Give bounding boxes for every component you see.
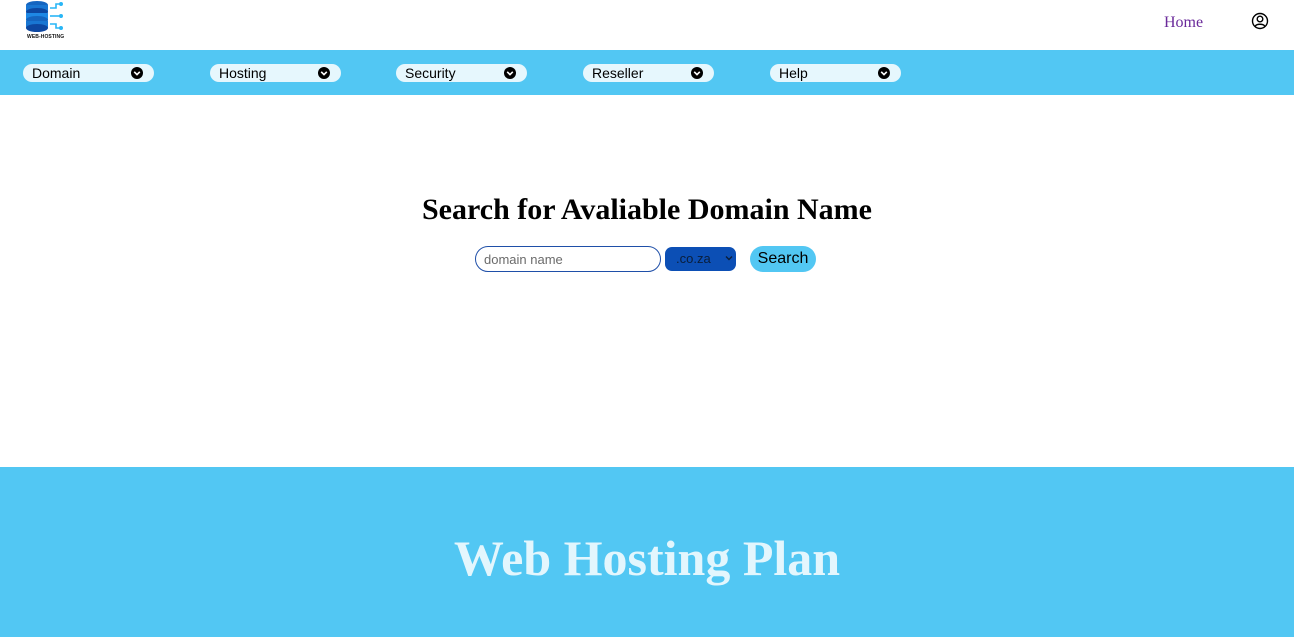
tld-select[interactable]: .co.za xyxy=(665,247,736,271)
nav-item-hosting[interactable]: Hosting xyxy=(210,64,341,82)
user-circle-icon[interactable] xyxy=(1251,12,1269,30)
database-network-icon xyxy=(26,1,63,32)
search-title: Search for Avaliable Domain Name xyxy=(422,193,872,226)
domain-name-input[interactable] xyxy=(475,246,661,272)
nav-item-label: Help xyxy=(779,65,808,81)
main-nav: Domain Hosting Security Reseller Help xyxy=(0,50,1294,95)
nav-item-domain[interactable]: Domain xyxy=(23,64,154,82)
nav-item-help[interactable]: Help xyxy=(770,64,901,82)
home-link[interactable]: Home xyxy=(1164,14,1203,32)
nav-item-label: Reseller xyxy=(592,65,644,81)
chevron-down-circle-icon xyxy=(318,67,330,79)
nav-item-reseller[interactable]: Reseller xyxy=(583,64,714,82)
domain-search-section: Search for Avaliable Domain Name .co.za … xyxy=(0,95,1294,467)
chevron-down-circle-icon xyxy=(131,67,143,79)
chevron-down-circle-icon xyxy=(878,67,890,79)
plan-title: Web Hosting Plan xyxy=(453,530,841,586)
site-logo[interactable]: WEB-HOSTING xyxy=(24,0,70,44)
logo-text: WEB-HOSTING xyxy=(27,34,65,40)
search-button[interactable]: Search xyxy=(750,246,816,272)
top-bar: WEB-HOSTING Home xyxy=(0,0,1294,50)
chevron-down-circle-icon xyxy=(504,67,516,79)
nav-item-label: Security xyxy=(405,65,456,81)
nav-item-label: Hosting xyxy=(219,65,267,81)
hosting-plan-section: Web Hosting Plan xyxy=(0,467,1294,637)
nav-item-label: Domain xyxy=(32,65,81,81)
nav-item-security[interactable]: Security xyxy=(396,64,527,82)
tld-selected-value: .co.za xyxy=(676,251,711,266)
chevron-down-circle-icon xyxy=(691,67,703,79)
chevron-down-icon xyxy=(725,256,733,261)
